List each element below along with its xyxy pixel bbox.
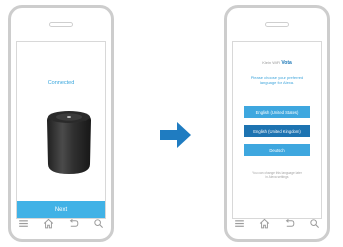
phone-screen-right: Klein WiFi Vota Please choose your prefe… [232,41,322,219]
earpiece [49,22,73,27]
language-button-english-us[interactable]: English (United States) [244,106,310,118]
right-arrow-icon [160,122,191,148]
nav-bar [227,211,327,235]
language-prompt: Please choose your preferred language fo… [250,75,304,85]
brand-prefix: Klein WiFi [262,60,281,65]
phone-right: Klein WiFi Vota Please choose your prefe… [224,5,330,242]
phone-screen-left: Connected Next [16,41,106,219]
home-icon[interactable] [42,217,55,230]
menu-icon[interactable] [233,217,246,230]
language-button-english-uk[interactable]: English (United Kingdom) [244,125,310,137]
search-icon[interactable] [308,217,321,230]
language-button-deutsch[interactable]: Deutsch [244,144,310,156]
brand-name: Vota [281,60,292,66]
smart-speaker-icon [47,111,91,174]
language-note: You can change this language later in Al… [252,171,302,179]
search-icon[interactable] [92,217,105,230]
menu-icon[interactable] [17,217,30,230]
home-icon[interactable] [258,217,271,230]
phone-left: Connected Next [8,5,114,242]
back-icon[interactable] [283,217,296,230]
nav-bar [11,211,111,235]
connected-status: Connected [47,80,75,86]
back-icon[interactable] [67,217,80,230]
earpiece [265,22,289,27]
brand-header: Klein WiFi Vota [233,60,321,66]
